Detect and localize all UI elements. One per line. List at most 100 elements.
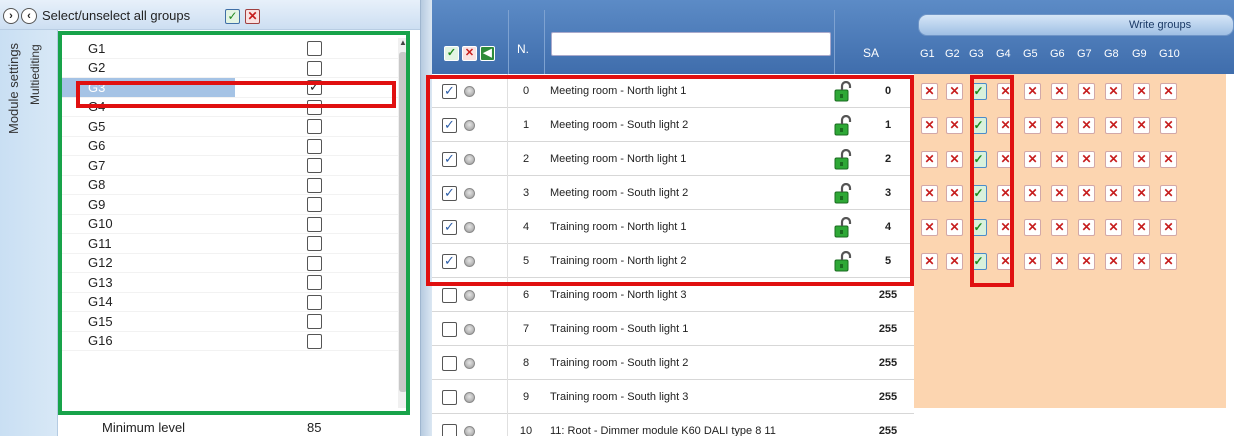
group-unassigned-x-icon[interactable]: ✕ [921,253,938,270]
group-row[interactable]: G2 [58,59,398,78]
name-filter-input[interactable] [551,32,831,56]
group-unassigned-x-icon[interactable]: ✕ [1160,83,1177,100]
group-unassigned-x-icon[interactable]: ✕ [1051,83,1068,100]
device-row[interactable]: ✓ 0 Meeting room - North light 1 0 [432,74,914,108]
group-unassigned-x-icon[interactable]: ✕ [997,151,1014,168]
group-checkbox[interactable] [307,333,322,349]
group-unassigned-x-icon[interactable]: ✕ [997,117,1014,134]
write-group-column-header[interactable]: G2 [945,48,960,60]
group-unassigned-x-icon[interactable]: ✕ [997,83,1014,100]
group-row[interactable]: G8 [58,176,398,195]
group-row[interactable]: G13 [58,273,398,293]
group-unassigned-x-icon[interactable]: ✕ [1160,253,1177,270]
write-group-column-header[interactable]: G4 [996,48,1011,60]
group-checkbox[interactable] [307,294,322,310]
row-checkbox[interactable]: ✓ [442,220,457,235]
row-checkbox[interactable] [442,356,457,371]
scrollbar-thumb[interactable] [399,52,407,392]
tab-module-settings[interactable]: Module settings [6,43,21,134]
group-checkbox[interactable] [307,177,322,193]
group-checkbox[interactable] [307,158,322,173]
group-unassigned-x-icon[interactable]: ✕ [997,185,1014,202]
group-row[interactable]: G4 [58,98,398,117]
write-group-column-header[interactable]: G7 [1077,48,1092,60]
group-unassigned-x-icon[interactable]: ✕ [1133,219,1150,236]
write-group-column-header[interactable]: G9 [1132,48,1147,60]
device-row[interactable]: ✓ 5 Training room - North light 2 5 [432,244,914,278]
device-row[interactable]: 10 11: Root - Dimmer module K60 DALI type… [432,414,914,436]
device-row[interactable]: 6 Training room - North light 3 255 [432,278,914,312]
row-checkbox[interactable]: ✓ [442,152,457,167]
group-unassigned-x-icon[interactable]: ✕ [1105,117,1122,134]
group-unassigned-x-icon[interactable]: ✕ [921,151,938,168]
group-checkbox[interactable]: ✓ [307,80,322,95]
group-assigned-check-icon[interactable]: ✓ [970,117,987,134]
group-unassigned-x-icon[interactable]: ✕ [1160,151,1177,168]
group-row[interactable]: G10 [58,215,398,234]
write-group-column-header[interactable]: G5 [1023,48,1038,60]
row-checkbox[interactable]: ✓ [442,186,457,201]
unlocked-padlock-icon[interactable] [832,114,854,137]
group-unassigned-x-icon[interactable]: ✕ [946,83,963,100]
panel-divider[interactable] [420,0,432,436]
group-checkbox[interactable] [307,275,322,290]
group-unassigned-x-icon[interactable]: ✕ [1051,219,1068,236]
group-assigned-check-icon[interactable]: ✓ [970,219,987,236]
chevron-right-icon[interactable]: › [3,8,19,24]
group-unassigned-x-icon[interactable]: ✕ [997,253,1014,270]
group-checkbox[interactable] [307,197,322,212]
unselect-all-x-icon[interactable]: ✕ [245,9,260,24]
group-row[interactable]: G7 [58,156,398,176]
group-unassigned-x-icon[interactable]: ✕ [997,219,1014,236]
group-checkbox[interactable] [307,216,322,232]
minimum-level-value[interactable]: 85 [307,420,321,435]
column-header-n[interactable]: N. [508,10,544,74]
group-unassigned-x-icon[interactable]: ✕ [1024,253,1041,270]
group-row[interactable]: G9 [58,195,398,215]
group-row[interactable]: G3 ✓ [58,78,398,98]
row-checkbox[interactable] [442,424,457,436]
scroll-up-arrow-icon[interactable]: ▲ [398,38,408,48]
group-unassigned-x-icon[interactable]: ✕ [1024,83,1041,100]
select-all-check-icon[interactable]: ✓ [225,9,240,24]
group-unassigned-x-icon[interactable]: ✕ [1051,253,1068,270]
unlocked-padlock-icon[interactable] [832,148,854,171]
check-all-icon[interactable]: ✓ [444,46,459,61]
group-unassigned-x-icon[interactable]: ✕ [1078,83,1095,100]
group-unassigned-x-icon[interactable]: ✕ [1133,151,1150,168]
arrow-left-icon[interactable]: ◀ [480,46,495,61]
group-unassigned-x-icon[interactable]: ✕ [1133,253,1150,270]
group-unassigned-x-icon[interactable]: ✕ [1024,151,1041,168]
group-unassigned-x-icon[interactable]: ✕ [921,117,938,134]
group-unassigned-x-icon[interactable]: ✕ [1078,117,1095,134]
row-checkbox[interactable] [442,390,457,405]
group-checkbox[interactable] [307,41,322,56]
group-unassigned-x-icon[interactable]: ✕ [1078,219,1095,236]
group-unassigned-x-icon[interactable]: ✕ [946,253,963,270]
group-unassigned-x-icon[interactable]: ✕ [1133,83,1150,100]
group-checkbox[interactable] [307,99,322,115]
group-checkbox[interactable] [307,236,322,251]
group-unassigned-x-icon[interactable]: ✕ [1078,253,1095,270]
chevron-left-icon[interactable]: ‹ [21,8,37,24]
write-group-column-header[interactable]: G3 [969,48,984,60]
uncheck-all-icon[interactable]: ✕ [462,46,477,61]
group-assigned-check-icon[interactable]: ✓ [970,253,987,270]
group-unassigned-x-icon[interactable]: ✕ [1105,219,1122,236]
tab-multiediting[interactable]: Multiediting [28,44,42,116]
group-unassigned-x-icon[interactable]: ✕ [1160,117,1177,134]
group-unassigned-x-icon[interactable]: ✕ [946,219,963,236]
group-unassigned-x-icon[interactable]: ✕ [1078,185,1095,202]
group-unassigned-x-icon[interactable]: ✕ [1105,151,1122,168]
group-unassigned-x-icon[interactable]: ✕ [946,185,963,202]
group-row[interactable]: G1 [58,39,398,59]
group-assigned-check-icon[interactable]: ✓ [970,83,987,100]
group-row[interactable]: G11 [58,234,398,254]
group-assigned-check-icon[interactable]: ✓ [970,151,987,168]
row-checkbox[interactable]: ✓ [442,254,457,269]
group-unassigned-x-icon[interactable]: ✕ [1051,151,1068,168]
write-group-column-header[interactable]: G1 [920,48,935,60]
unlocked-padlock-icon[interactable] [832,182,854,205]
group-unassigned-x-icon[interactable]: ✕ [1160,185,1177,202]
device-row[interactable]: ✓ 3 Meeting room - South light 2 3 [432,176,914,210]
